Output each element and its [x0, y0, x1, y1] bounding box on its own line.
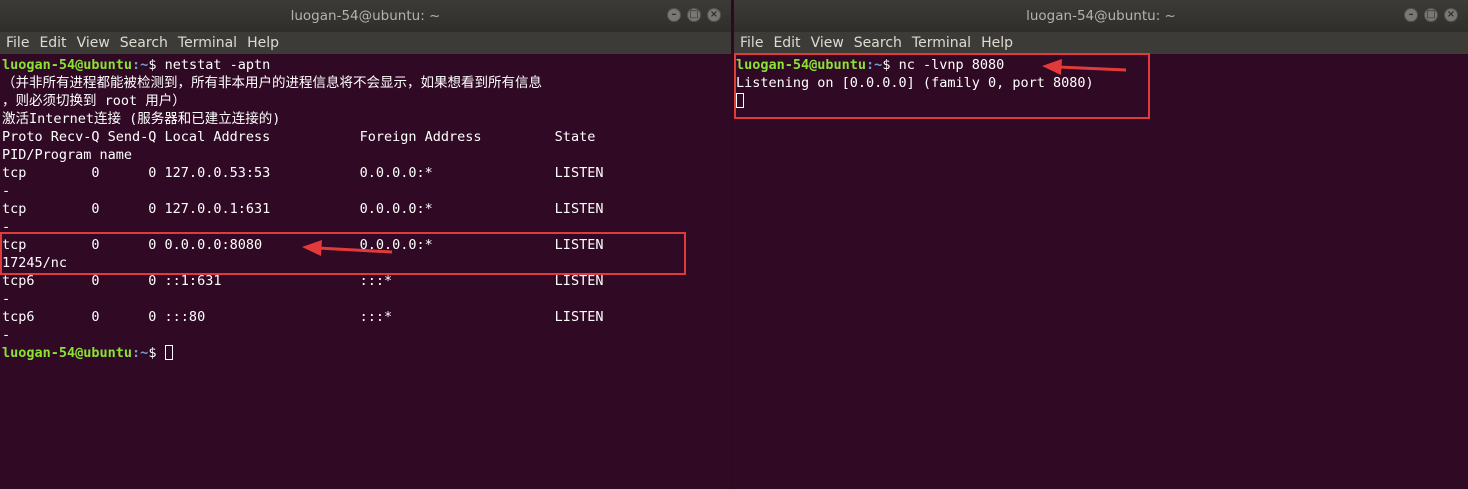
- terminal-body[interactable]: luogan-54@ubuntu:~$ nc -lvnp 8080 Listen…: [734, 54, 1468, 110]
- prompt-user: luogan-54@ubuntu: [736, 57, 867, 73]
- menu-file[interactable]: File: [740, 35, 763, 51]
- terminal-window-left[interactable]: luogan-54@ubuntu: ~ – □ × File Edit View…: [0, 0, 731, 489]
- menu-help[interactable]: Help: [981, 35, 1013, 51]
- prompt-user: luogan-54@ubuntu: [2, 345, 133, 361]
- table-row-pid: -: [2, 183, 11, 199]
- table-header: PID/Program name: [2, 147, 133, 163]
- menu-help[interactable]: Help: [247, 35, 279, 51]
- minimize-icon[interactable]: –: [1404, 8, 1418, 22]
- menu-edit[interactable]: Edit: [773, 35, 800, 51]
- menu-edit[interactable]: Edit: [39, 35, 66, 51]
- menu-terminal[interactable]: Terminal: [178, 35, 237, 51]
- menu-view[interactable]: View: [811, 35, 844, 51]
- table-row: tcp6 0 0 ::1:631 :::* LISTEN: [2, 273, 604, 289]
- table-row: tcp 0 0 0.0.0.0:8080 0.0.0.0:* LISTEN: [2, 237, 604, 253]
- prompt-line: luogan-54@ubuntu:~$: [0, 344, 731, 362]
- prompt-dollar: $: [148, 57, 165, 73]
- menu-terminal[interactable]: Terminal: [912, 35, 971, 51]
- prompt-path: :~: [132, 57, 149, 73]
- table-row: tcp 0 0 127.0.0.1:631 0.0.0.0:* LISTEN: [2, 201, 604, 217]
- notice-line: （并非所有进程都能被检测到，所有非本用户的进程信息将不会显示，如果想看到所有信息: [2, 75, 542, 91]
- menu-file[interactable]: File: [6, 35, 29, 51]
- table-row-pid: -: [2, 327, 11, 343]
- menu-bar: File Edit View Search Terminal Help: [0, 32, 731, 54]
- maximize-icon[interactable]: □: [687, 8, 701, 22]
- table-row-pid: -: [2, 219, 11, 235]
- title-bar[interactable]: luogan-54@ubuntu: ~ – □ ×: [734, 0, 1468, 32]
- command-line: luogan-54@ubuntu:~$ netstat -aptn: [0, 56, 731, 74]
- prompt-path: :~: [866, 57, 883, 73]
- notice-line: ，则必须切换到 root 用户）: [2, 93, 186, 109]
- prompt-dollar: $: [882, 57, 899, 73]
- prompt-path: :~: [132, 345, 149, 361]
- terminal-body[interactable]: luogan-54@ubuntu:~$ netstat -aptn （并非所有进…: [0, 54, 731, 362]
- maximize-icon[interactable]: □: [1424, 8, 1438, 22]
- menu-bar: File Edit View Search Terminal Help: [734, 32, 1468, 54]
- output-line: Listening on [0.0.0.0] (family 0, port 8…: [736, 75, 1094, 91]
- prompt-dollar: $: [148, 345, 165, 361]
- cursor: [164, 345, 173, 360]
- close-icon[interactable]: ×: [1444, 8, 1458, 22]
- notice-line: 激活Internet连接 (服务器和已建立连接的): [2, 111, 281, 127]
- terminal-window-right[interactable]: luogan-54@ubuntu: ~ – □ × File Edit View…: [734, 0, 1468, 489]
- menu-search[interactable]: Search: [854, 35, 902, 51]
- minimize-icon[interactable]: –: [667, 8, 681, 22]
- title-bar[interactable]: luogan-54@ubuntu: ~ – □ ×: [0, 0, 731, 32]
- close-icon[interactable]: ×: [707, 8, 721, 22]
- cursor: [736, 93, 744, 108]
- command-text: nc -lvnp 8080: [898, 57, 1005, 73]
- table-header: Proto Recv-Q Send-Q Local Address Foreig…: [2, 129, 596, 145]
- command-line: luogan-54@ubuntu:~$ nc -lvnp 8080: [734, 56, 1468, 74]
- table-row-pid: -: [2, 291, 11, 307]
- window-title: luogan-54@ubuntu: ~: [290, 8, 441, 24]
- prompt-user: luogan-54@ubuntu: [2, 57, 133, 73]
- table-row: tcp6 0 0 :::80 :::* LISTEN: [2, 309, 604, 325]
- window-title: luogan-54@ubuntu: ~: [1026, 8, 1176, 24]
- menu-search[interactable]: Search: [120, 35, 168, 51]
- menu-view[interactable]: View: [77, 35, 110, 51]
- command-text: netstat -aptn: [164, 57, 271, 73]
- table-row-pid: 17245/nc: [2, 255, 68, 271]
- cursor-line: [734, 92, 1468, 110]
- table-row: tcp 0 0 127.0.0.53:53 0.0.0.0:* LISTEN: [2, 165, 604, 181]
